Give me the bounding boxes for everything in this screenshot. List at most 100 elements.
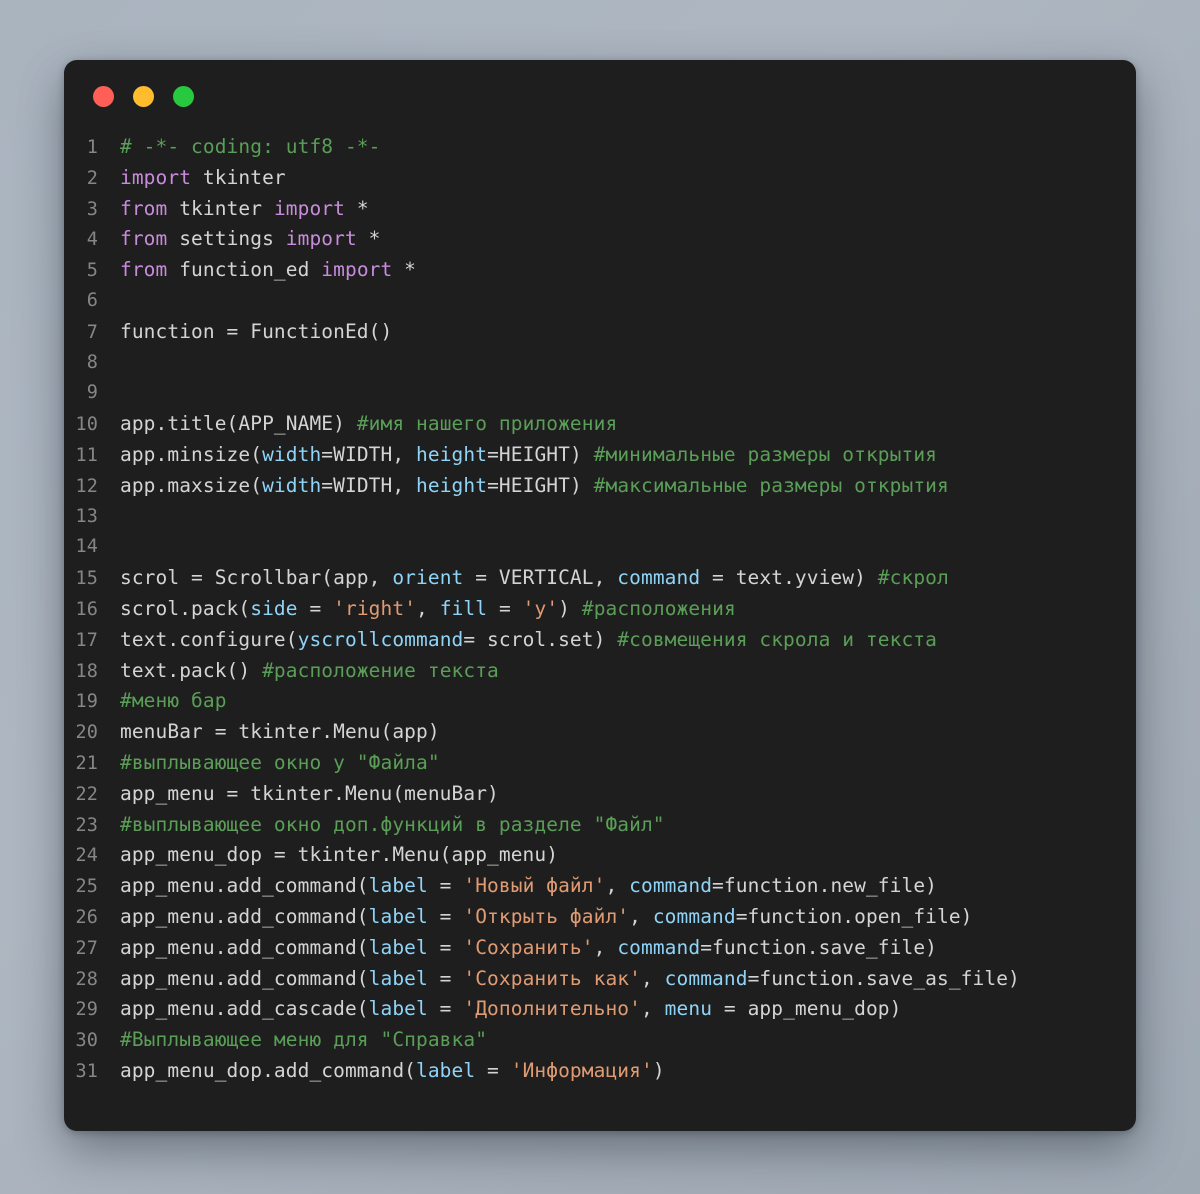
line-content: from function_ed import * [120, 255, 1136, 286]
token-def: menuBar = tkinter.Menu(app) [120, 720, 440, 744]
token-arg: orient [392, 566, 464, 590]
token-arg: label [368, 904, 428, 928]
token-def: =function.new_file) [712, 874, 938, 898]
token-def: app_menu = tkinter.Menu(menuBar) [120, 781, 499, 805]
close-icon[interactable] [93, 85, 114, 107]
token-def: * [344, 196, 369, 220]
code-line: 19 #меню бар [64, 686, 1136, 717]
line-number: 6 [86, 289, 98, 311]
token-def: app_menu.add_cascade( [120, 997, 369, 1021]
token-arg: label [368, 997, 428, 1021]
line-content: #меню бар [120, 686, 1136, 717]
code-line: 2 import tkinter [64, 163, 1136, 194]
code-line: 4 from settings import * [64, 224, 1136, 255]
code-line: 3 from tkinter import * [64, 194, 1136, 225]
line-content: app_menu_dop.add_command(label = 'Информ… [120, 1056, 1136, 1087]
token-def: = [475, 1058, 511, 1082]
code-line: 8 [64, 348, 1136, 379]
maximize-icon[interactable] [173, 85, 194, 107]
line-number: 3 [86, 198, 98, 220]
line-number: 22 [75, 783, 98, 805]
code-editor[interactable]: 1 # -*- coding: utf8 -*- 2 import tkinter 3 f… [64, 132, 1136, 1087]
token-arg: width [262, 442, 322, 466]
line-number: 28 [75, 968, 98, 990]
token-def: scrol = Scrollbar(app, [120, 566, 393, 590]
line-number: 9 [86, 382, 98, 404]
token-com: #максимальные размеры открытия [593, 473, 949, 497]
line-content: function = FunctionEd() [120, 317, 1136, 348]
token-com: #расположение текста [262, 658, 499, 682]
token-kw: import [285, 227, 357, 251]
token-arg: side [250, 596, 298, 620]
minimize-icon[interactable] [133, 85, 154, 107]
line-content: import tkinter [120, 163, 1136, 194]
token-def: app.minsize( [120, 442, 263, 466]
token-str: 'y' [522, 596, 559, 620]
line-number: 25 [75, 876, 98, 898]
token-def: = app_menu_dop) [712, 997, 902, 1021]
token-def: * [392, 258, 417, 282]
token-arg: label [416, 1058, 476, 1082]
token-arg: height [416, 473, 488, 497]
token-def: app_menu.add_command( [120, 904, 369, 928]
token-def: =WIDTH, [321, 473, 417, 497]
token-def: =HEIGHT) [487, 442, 594, 466]
line-number: 2 [86, 167, 98, 189]
line-content: app_menu.add_cascade(label = 'Дополнител… [120, 994, 1136, 1025]
token-def: text.pack() [120, 658, 263, 682]
token-kw: from [120, 258, 168, 282]
code-line: 30 #Выплывающее меню для "Справка" [64, 1025, 1136, 1056]
line-number: 1 [86, 137, 98, 158]
code-line: 24 app_menu_dop = tkinter.Menu(app_menu) [64, 840, 1136, 871]
code-line: 20 menuBar = tkinter.Menu(app) [64, 717, 1136, 748]
token-arg: yscrollcommand [297, 627, 464, 651]
token-def: ) [558, 596, 582, 620]
token-str: 'Информация' [510, 1058, 653, 1082]
token-kw: import [321, 258, 393, 282]
line-content: scrol = Scrollbar(app, orient = VERTICAL… [120, 563, 1136, 594]
token-arg: fill [439, 596, 488, 620]
token-com: #расположения [581, 596, 736, 620]
token-arg: menu [664, 997, 713, 1021]
token-def: * [356, 227, 381, 251]
line-number: 27 [75, 937, 98, 959]
line-content: app.minsize(width=WIDTH, height=HEIGHT) … [120, 440, 1136, 471]
token-def: app.maxsize( [120, 473, 263, 497]
token-def: = VERTICAL, [463, 566, 618, 590]
token-com: #минимальные размеры открытия [593, 442, 938, 466]
code-line: 7 function = FunctionEd() [64, 317, 1136, 348]
token-def: app_menu.add_command( [120, 966, 369, 990]
token-def: settings [167, 227, 286, 251]
token-kw: from [120, 196, 168, 220]
window-titlebar [64, 60, 1136, 132]
token-arg: label [368, 935, 428, 959]
token-arg: height [416, 442, 488, 466]
token-def: = text.yview) [700, 566, 878, 590]
token-def: = scrol.set) [463, 627, 618, 651]
code-line: 27 app_menu.add_command(label = 'Сохранит… [64, 933, 1136, 964]
code-line: 16 scrol.pack(side = 'right', fill = 'y')… [64, 594, 1136, 625]
code-line: 6 [64, 286, 1136, 317]
token-def: , [593, 935, 618, 959]
token-def: function_ed [167, 258, 322, 282]
token-str: 'Сохранить' [463, 935, 594, 959]
line-number: 18 [75, 660, 98, 682]
line-number: 11 [75, 444, 98, 466]
token-arg: width [262, 473, 322, 497]
token-com: #меню бар [120, 689, 227, 713]
token-kw: import [120, 165, 192, 189]
line-content: app_menu_dop = tkinter.Menu(app_menu) [120, 840, 1136, 871]
line-content: app.title(APP_NAME) #имя нашего приложен… [120, 409, 1136, 440]
token-str: 'Дополнительно' [463, 997, 641, 1021]
token-def: = [297, 596, 334, 620]
code-line: 23 #выплывающее окно доп.функций в раздел… [64, 810, 1136, 841]
token-com: #совмещения скрола и текста [617, 627, 937, 651]
line-number: 17 [75, 629, 98, 651]
token-arg: command [629, 874, 713, 898]
token-arg: command [652, 904, 736, 928]
token-def: =function.save_file) [700, 935, 938, 959]
line-content: app.maxsize(width=WIDTH, height=HEIGHT) … [120, 471, 1136, 502]
line-content: app_menu = tkinter.Menu(menuBar) [120, 779, 1136, 810]
line-number: 31 [75, 1060, 98, 1082]
token-arg: label [368, 874, 428, 898]
